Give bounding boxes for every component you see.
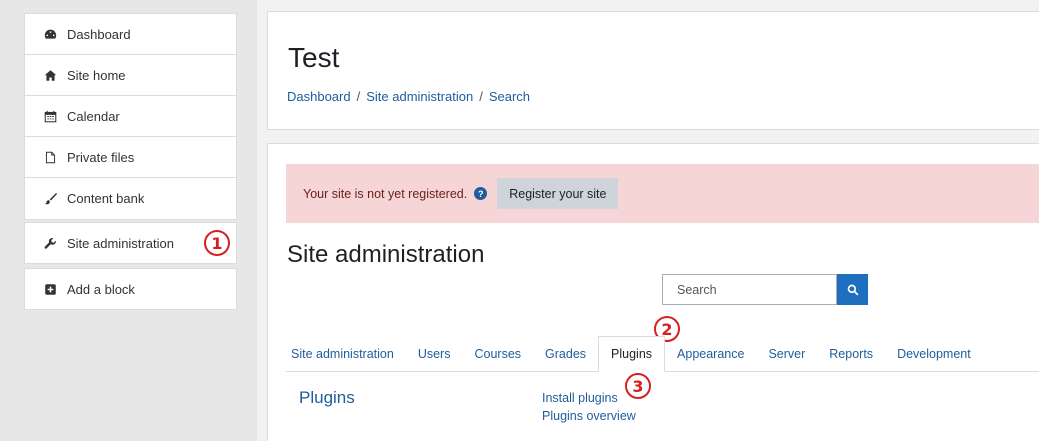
search-button[interactable] xyxy=(837,274,868,305)
install-plugins-link[interactable]: Install plugins xyxy=(542,389,636,407)
breadcrumb: Dashboard / Site administration / Search xyxy=(287,89,530,104)
wrench-icon xyxy=(43,236,57,250)
breadcrumb-site-administration[interactable]: Site administration xyxy=(366,89,473,104)
admin-search xyxy=(662,274,868,305)
admin-nav: Site administration 1 xyxy=(24,222,237,264)
page-title: Test xyxy=(288,42,340,73)
sidebar-item-label: Add a block xyxy=(67,281,135,297)
tab-server[interactable]: Server xyxy=(756,336,817,371)
admin-tabs: Site administration Users Courses Grades… xyxy=(286,336,1039,372)
plugins-category-link[interactable]: Plugins xyxy=(299,388,355,408)
add-block-button[interactable]: Add a block xyxy=(25,269,236,309)
tab-plugins[interactable]: Plugins xyxy=(598,336,666,372)
left-column: Dashboard Site home Calendar Private fil… xyxy=(0,0,257,441)
tab-appearance[interactable]: Appearance xyxy=(665,336,756,371)
main-content: Your site is not yet registered. ? Regis… xyxy=(267,143,1039,441)
tab-courses[interactable]: Courses xyxy=(462,336,533,371)
calendar-icon xyxy=(43,109,57,123)
plus-square-icon xyxy=(43,282,57,296)
registration-alert: Your site is not yet registered. ? Regis… xyxy=(286,164,1039,223)
sidebar-item-dashboard[interactable]: Dashboard xyxy=(25,14,236,55)
tab-reports[interactable]: Reports xyxy=(817,336,885,371)
sidebar-item-label: Site administration xyxy=(67,235,174,251)
block-nav: Add a block xyxy=(24,268,237,310)
section-title: Site administration xyxy=(287,241,485,268)
tab-grades[interactable]: Grades xyxy=(533,336,598,371)
tab-users[interactable]: Users xyxy=(406,336,463,371)
breadcrumb-dashboard[interactable]: Dashboard xyxy=(287,89,351,104)
tab-development[interactable]: Development xyxy=(885,336,983,371)
tab-site-administration[interactable]: Site administration xyxy=(286,336,406,371)
search-icon xyxy=(847,284,859,296)
breadcrumb-separator: / xyxy=(356,89,361,104)
breadcrumb-separator: / xyxy=(479,89,483,104)
register-site-button[interactable]: Register your site xyxy=(497,178,619,209)
sidebar-item-label: Content bank xyxy=(67,191,145,206)
help-icon[interactable]: ? xyxy=(474,187,488,200)
file-icon xyxy=(43,150,57,164)
sidebar-item-calendar[interactable]: Calendar xyxy=(25,96,236,137)
plugins-overview-link[interactable]: Plugins overview xyxy=(542,407,636,425)
sidebar-item-private-files[interactable]: Private files xyxy=(25,137,236,178)
alert-text: Your site is not yet registered. xyxy=(303,186,468,201)
page-header: Test Dashboard / Site administration / Searc… xyxy=(267,11,1039,130)
search-input[interactable] xyxy=(662,274,837,305)
sidebar-item-label: Site home xyxy=(67,67,126,83)
step-marker-1: 1 xyxy=(204,230,230,256)
paintbrush-icon xyxy=(43,192,57,206)
plugin-links: Install plugins Plugins overview xyxy=(542,389,636,425)
sidebar-item-content-bank[interactable]: Content bank xyxy=(25,178,236,219)
tachometer-icon xyxy=(43,27,57,41)
home-icon xyxy=(43,68,57,82)
main-nav: Dashboard Site home Calendar Private fil… xyxy=(24,13,237,220)
sidebar-item-label: Dashboard xyxy=(67,26,131,42)
sidebar-item-label: Private files xyxy=(67,149,135,165)
sidebar-item-site-administration[interactable]: Site administration 1 xyxy=(25,223,236,263)
sidebar-item-site-home[interactable]: Site home xyxy=(25,55,236,96)
breadcrumb-search[interactable]: Search xyxy=(489,89,530,104)
sidebar-item-label: Calendar xyxy=(67,108,120,124)
